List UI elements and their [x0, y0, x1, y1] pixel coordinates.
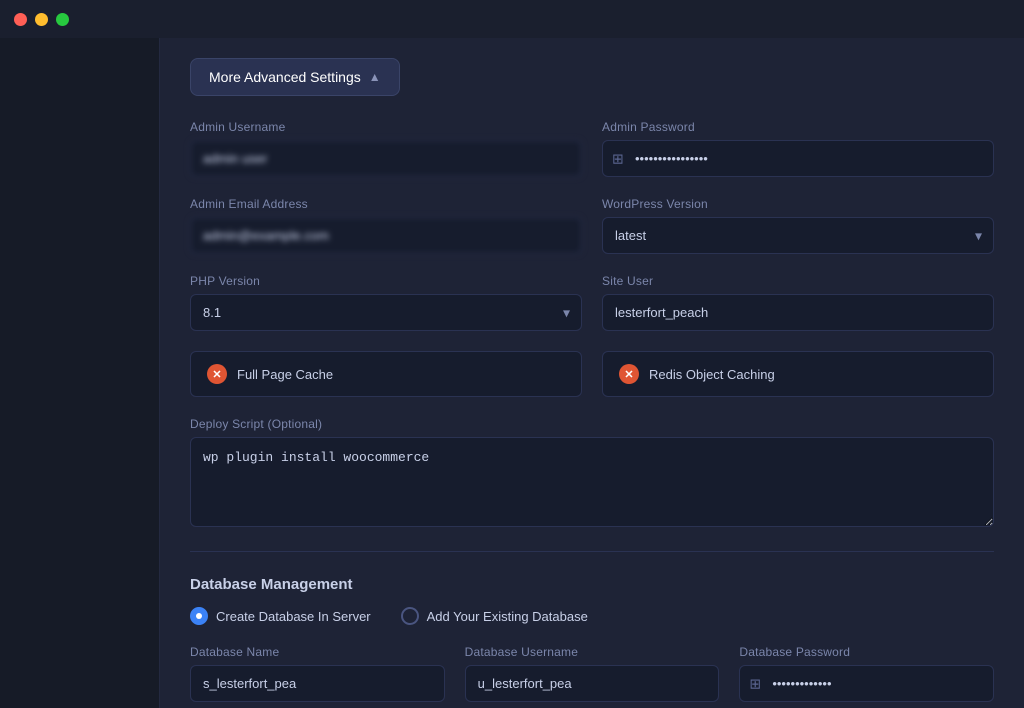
db-create-radio[interactable]	[190, 607, 208, 625]
sidebar	[0, 38, 160, 708]
site-user-group: Site User	[602, 274, 994, 331]
php-version-wrapper: 8.1 8.0 7.4 7.3 ▾	[190, 294, 582, 331]
full-page-cache-icon: ✕	[207, 364, 227, 384]
db-name-input[interactable]	[190, 665, 445, 702]
php-version-group: PHP Version 8.1 8.0 7.4 7.3 ▾	[190, 274, 582, 331]
redis-cache-label: Redis Object Caching	[649, 367, 775, 382]
deploy-script-label: Deploy Script (Optional)	[190, 417, 994, 431]
db-radio-group: Create Database In Server Add Your Exist…	[190, 607, 994, 625]
db-password-input[interactable]	[739, 665, 994, 702]
wp-version-wrapper: latest 6.4 6.3 6.2 ▾	[602, 217, 994, 254]
wp-version-select[interactable]: latest 6.4 6.3 6.2	[602, 217, 994, 254]
lock-icon: ⊞	[749, 675, 761, 692]
section-divider	[190, 551, 994, 552]
titlebar	[0, 0, 1024, 38]
db-password-wrapper: ⊞	[739, 665, 994, 702]
close-button[interactable]	[14, 13, 27, 26]
full-page-cache-label: Full Page Cache	[237, 367, 333, 382]
main-area: More Advanced Settings ▲ Admin Username …	[0, 38, 1024, 708]
wp-version-group: WordPress Version latest 6.4 6.3 6.2 ▾	[602, 197, 994, 254]
full-page-cache-toggle[interactable]: ✕ Full Page Cache	[190, 351, 582, 397]
admin-email-group: Admin Email Address	[190, 197, 582, 254]
db-existing-radio[interactable]	[401, 607, 419, 625]
php-version-label: PHP Version	[190, 274, 582, 288]
php-version-select[interactable]: 8.1 8.0 7.4 7.3	[190, 294, 582, 331]
toggle-row: ✕ Full Page Cache ✕ Redis Object Caching	[190, 351, 994, 397]
admin-username-group: Admin Username	[190, 120, 582, 177]
db-password-group: Database Password ⊞	[739, 645, 994, 702]
db-password-label: Database Password	[739, 645, 994, 659]
content-area: More Advanced Settings ▲ Admin Username …	[160, 38, 1024, 708]
admin-username-input[interactable]	[190, 140, 582, 177]
minimize-button[interactable]	[35, 13, 48, 26]
lock-icon: ⊞	[612, 150, 624, 167]
admin-email-label: Admin Email Address	[190, 197, 582, 211]
row-email-wpversion: Admin Email Address WordPress Version la…	[190, 197, 994, 254]
admin-password-wrapper: ⊞	[602, 140, 994, 177]
chevron-up-icon: ▲	[369, 70, 381, 84]
database-management-section: Database Management Create Database In S…	[190, 576, 994, 702]
admin-email-input[interactable]	[190, 217, 582, 254]
db-create-option[interactable]: Create Database In Server	[190, 607, 371, 625]
db-fields-row: Database Name Database Username Database…	[190, 645, 994, 702]
traffic-lights	[14, 13, 69, 26]
db-create-label: Create Database In Server	[216, 609, 371, 624]
db-name-label: Database Name	[190, 645, 445, 659]
row-php-siteuser: PHP Version 8.1 8.0 7.4 7.3 ▾ Site User	[190, 274, 994, 331]
section-header: More Advanced Settings ▲	[190, 58, 994, 96]
db-existing-label: Add Your Existing Database	[427, 609, 588, 624]
wp-version-label: WordPress Version	[602, 197, 994, 211]
admin-username-label: Admin Username	[190, 120, 582, 134]
more-advanced-settings-button[interactable]: More Advanced Settings ▲	[190, 58, 400, 96]
header-button-label: More Advanced Settings	[209, 69, 361, 85]
deploy-script-textarea[interactable]	[190, 437, 994, 527]
row-admin-credentials: Admin Username Admin Password ⊞	[190, 120, 994, 177]
db-username-group: Database Username	[465, 645, 720, 702]
maximize-button[interactable]	[56, 13, 69, 26]
admin-password-label: Admin Password	[602, 120, 994, 134]
site-user-input[interactable]	[602, 294, 994, 331]
db-name-group: Database Name	[190, 645, 445, 702]
site-user-label: Site User	[602, 274, 994, 288]
db-username-label: Database Username	[465, 645, 720, 659]
deploy-script-group: Deploy Script (Optional)	[190, 417, 994, 527]
redis-cache-icon: ✕	[619, 364, 639, 384]
db-existing-option[interactable]: Add Your Existing Database	[401, 607, 588, 625]
redis-cache-toggle[interactable]: ✕ Redis Object Caching	[602, 351, 994, 397]
admin-password-group: Admin Password ⊞	[602, 120, 994, 177]
db-section-title: Database Management	[190, 576, 994, 593]
admin-password-input[interactable]	[602, 140, 994, 177]
db-username-input[interactable]	[465, 665, 720, 702]
